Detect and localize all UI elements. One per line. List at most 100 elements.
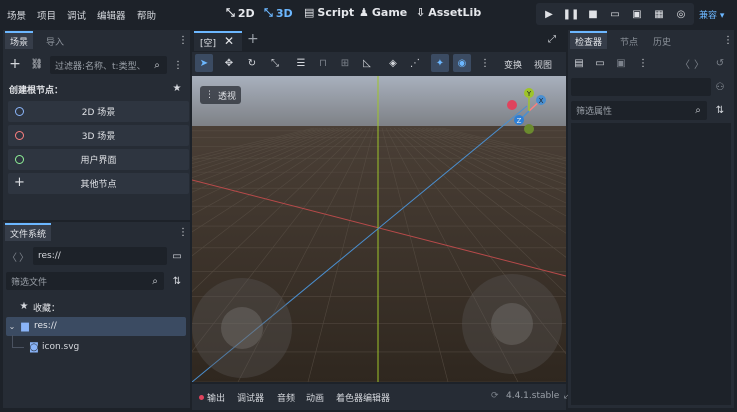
property-sort-icon[interactable]: ⇅: [714, 103, 726, 117]
sort-icon[interactable]: ⇅: [171, 274, 183, 288]
transform-menu[interactable]: 变换: [504, 58, 522, 71]
scene-filter-input[interactable]: 过滤器:名称、t:类型、: [50, 56, 167, 74]
close-icon[interactable]: ✕: [224, 34, 234, 48]
gizmo-z-label: Z: [517, 117, 522, 125]
scale-tool-icon[interactable]: ⤡: [266, 54, 284, 72]
fullscreen-icon[interactable]: ⤢: [548, 34, 556, 45]
play-icon[interactable]: ▶: [540, 5, 558, 23]
tree-line: [12, 347, 24, 348]
sun-preview-icon[interactable]: ✦: [431, 54, 449, 72]
tab-animation[interactable]: 动画: [306, 391, 324, 404]
tab-history[interactable]: 历史: [648, 32, 676, 50]
scene-dock: 场景 导入 ⋮ + ⛓ 过滤器:名称、t:类型、 ⌕ ⋮ 创建根节点： ★ 2D…: [3, 30, 190, 220]
renderer-compat-select[interactable]: 兼容 ▾: [699, 8, 724, 21]
rotate-tool-icon[interactable]: ↻: [243, 54, 261, 72]
environment-preview-icon[interactable]: ◉: [453, 54, 471, 72]
add-tab-icon[interactable]: +: [247, 31, 259, 47]
select-tool-icon[interactable]: ➤: [195, 54, 213, 72]
ruler-icon[interactable]: ◺: [358, 54, 376, 72]
history-forward-icon[interactable]: 〉: [694, 56, 704, 71]
menu-editor[interactable]: 编辑器: [97, 8, 126, 22]
menu-help[interactable]: 帮助: [137, 8, 156, 22]
remote-debug-icon[interactable]: ▭: [606, 5, 624, 23]
pause-icon[interactable]: ❚❚: [562, 5, 580, 23]
new-resource-icon[interactable]: ▤: [572, 56, 586, 70]
add-node-icon[interactable]: +: [8, 56, 22, 72]
tab-audio[interactable]: 音频: [277, 391, 295, 404]
tab-output[interactable]: 输出: [207, 391, 225, 404]
favorite-star-icon[interactable]: ★: [171, 82, 183, 94]
mode-3d-button[interactable]: ⤡ 3D: [264, 6, 293, 20]
res-folder-row[interactable]: [6, 317, 186, 336]
scene-tabs-bar: [空] ✕ + ⤢: [192, 30, 566, 52]
play-custom-scene-icon[interactable]: ▦: [650, 5, 668, 23]
back-icon[interactable]: 〈: [7, 249, 17, 264]
menu-icon: ⋮: [205, 90, 214, 100]
menu-scene[interactable]: 场景: [7, 8, 26, 22]
save-resource-icon[interactable]: ▣: [614, 56, 628, 70]
stop-icon[interactable]: ■: [584, 5, 602, 23]
create-3d-scene-button[interactable]: 3D 场景: [8, 125, 189, 146]
2d-icon: ⤡: [226, 6, 235, 19]
filesystem-dock: 文件系统 ⋮ 〈 〉 res:// ▭ 筛选文件 ⌕ ⇅ ★ 收藏： ⌄ ▆ r…: [3, 222, 190, 408]
script-icon: ▤: [304, 6, 315, 19]
object-history-icon[interactable]: ↺: [714, 56, 726, 70]
object-path-field[interactable]: [571, 78, 711, 96]
create-2d-scene-button[interactable]: 2D 场景: [8, 101, 189, 122]
3d-viewport[interactable]: Y X Z ⋮ 透视: [192, 76, 566, 382]
tab-scene[interactable]: 场景: [5, 31, 34, 49]
perspective-menu[interactable]: ⋮ 透视: [200, 86, 242, 104]
path-field[interactable]: res://: [33, 247, 167, 265]
search-icon: ⌕: [695, 104, 701, 116]
create-other-node-button[interactable]: + 其他节点: [8, 173, 189, 194]
create-ui-button[interactable]: 用户界面: [8, 149, 189, 170]
file-filter-input[interactable]: 筛选文件: [6, 272, 164, 290]
object-tools-icon[interactable]: ⚇: [714, 80, 726, 94]
gizmo-y-label: Y: [526, 90, 532, 98]
local-space-icon[interactable]: ◈: [384, 54, 402, 72]
tab-import[interactable]: 导入: [41, 32, 69, 50]
mode-game-button[interactable]: ♟ Game: [359, 6, 407, 19]
mode-2d-button[interactable]: ⤡ 2D: [226, 6, 255, 20]
scene-options-icon[interactable]: ⋮: [173, 58, 183, 72]
tab-shader-editor[interactable]: 着色器编辑器: [336, 391, 390, 404]
chevron-down-icon[interactable]: ⌄: [8, 321, 16, 331]
right-joystick-knob: [491, 303, 533, 345]
tab-debugger[interactable]: 调试器: [237, 391, 264, 404]
selectable-list-icon[interactable]: ☰: [292, 54, 310, 72]
group-icon[interactable]: ⊞: [336, 54, 354, 72]
menu-debug[interactable]: 调试: [67, 8, 86, 22]
tab-node[interactable]: 节点: [615, 32, 643, 50]
lock-icon[interactable]: ⊓: [314, 54, 332, 72]
snap-icon[interactable]: ⋰: [406, 54, 424, 72]
dock-menu-icon[interactable]: ⋮: [178, 226, 188, 238]
preview-options-icon[interactable]: ⋮: [476, 54, 494, 72]
version-label: 4.4.1.stable: [506, 391, 560, 401]
movie-maker-icon[interactable]: ◎: [672, 5, 690, 23]
dock-menu-icon[interactable]: ⋮: [178, 34, 188, 46]
move-tool-icon[interactable]: ✥: [220, 54, 238, 72]
search-icon: ⌕: [152, 275, 158, 287]
forward-icon[interactable]: 〉: [19, 249, 29, 264]
open-resource-icon[interactable]: ▭: [593, 56, 607, 70]
inspector-dock: 检查器 节点 历史 ⋮ ▤ ▭ ▣ ⋮ 〈 〉 ↺ ⚇ 筛选属性 ⌕ ⇅: [568, 30, 734, 408]
game-icon: ♟: [359, 6, 369, 19]
view-menu[interactable]: 视图: [534, 58, 552, 71]
menu-project[interactable]: 项目: [37, 8, 56, 22]
history-back-icon[interactable]: 〈: [680, 56, 690, 71]
mode-script-button[interactable]: ▤ Script: [304, 6, 354, 19]
resource-options-icon[interactable]: ⋮: [638, 56, 648, 70]
tab-filesystem[interactable]: 文件系统: [5, 223, 52, 241]
scene-tab-empty[interactable]: [空] ✕: [194, 31, 242, 51]
play-scene-icon[interactable]: ▣: [628, 5, 646, 23]
link-icon[interactable]: ⛓: [30, 57, 44, 71]
file-item-icon-svg[interactable]: icon.svg: [42, 342, 79, 352]
split-view-icon[interactable]: ▭: [171, 249, 183, 263]
node3d-icon: [15, 131, 24, 140]
tab-inspector[interactable]: 检查器: [570, 31, 608, 49]
mode-assetlib-button[interactable]: ⇩ AssetLib: [416, 6, 481, 19]
update-spinner-icon: ⟳: [491, 391, 499, 401]
assetlib-icon: ⇩: [416, 6, 426, 19]
property-filter-input[interactable]: 筛选属性: [571, 101, 707, 120]
dock-menu-icon[interactable]: ⋮: [723, 34, 733, 46]
